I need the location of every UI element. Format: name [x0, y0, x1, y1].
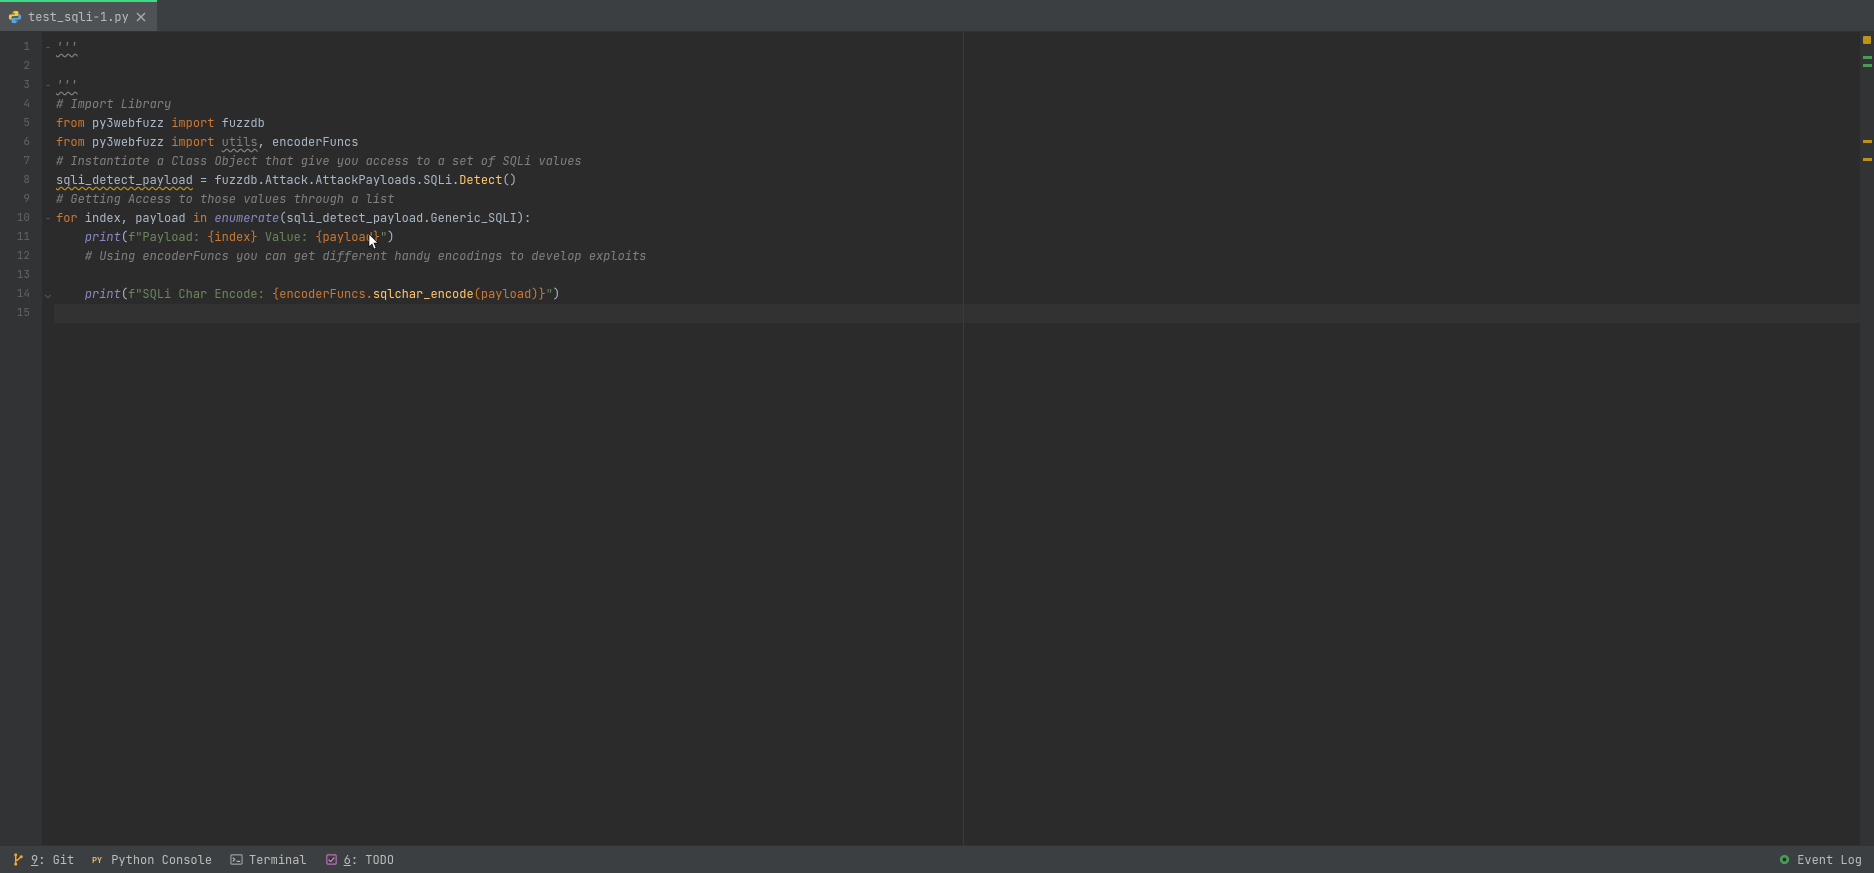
svg-text:PY: PY	[92, 854, 102, 866]
stripe-mark[interactable]	[1863, 64, 1872, 67]
code-fstr: {payload}	[315, 229, 380, 245]
code-text: (	[121, 229, 128, 245]
tool-window-bar: 9: Git PY Python Console Terminal 6: TOD…	[0, 845, 1874, 873]
code-indent	[56, 248, 85, 264]
code-keyword: from	[56, 115, 85, 131]
editor-tab[interactable]: test_sqli-1.py	[0, 0, 157, 31]
code-area[interactable]: ''' ''' # Import Library from py3webfuzz…	[54, 32, 1874, 845]
line-number: 11	[0, 228, 42, 247]
editor-tab-bar: test_sqli-1.py	[0, 0, 1874, 32]
todo-icon	[325, 853, 338, 866]
code-fstr: {index}	[207, 229, 257, 245]
line-number: 8	[0, 171, 42, 190]
code-text: (sqli_detect_payload.Generic_SQLI):	[279, 210, 531, 226]
code-ident: sqli_detect_payload	[56, 172, 193, 188]
python-console-icon: PY	[92, 853, 105, 866]
code-text: py3webfuzz	[85, 115, 171, 131]
code-text: index, payload	[78, 210, 193, 226]
code-keyword: for	[56, 210, 78, 226]
code-keyword: in	[193, 210, 207, 226]
toolwindow-git[interactable]: 9: Git	[12, 852, 74, 868]
label: Terminal	[249, 852, 307, 868]
code-fstr: {encoderFuncs.	[272, 286, 373, 302]
code-indent	[56, 229, 85, 245]
code-string: f"SQLi Char Encode:	[128, 286, 272, 302]
code-builtin: enumerate	[214, 210, 279, 226]
line-number: 2	[0, 57, 42, 76]
stripe-mark[interactable]	[1863, 140, 1872, 143]
line-number: 9	[0, 190, 42, 209]
code-text: fuzzdb	[214, 115, 264, 131]
code-indent	[56, 286, 85, 302]
code-fstr: (payload)}	[474, 286, 546, 302]
error-stripe[interactable]	[1860, 32, 1874, 845]
tab-filename: test_sqli-1.py	[28, 9, 129, 25]
toolwindow-python-console[interactable]: PY Python Console	[92, 852, 212, 868]
terminal-icon	[230, 853, 243, 866]
git-branch-icon	[12, 853, 25, 866]
code-builtin: print	[85, 229, 121, 245]
code-string: "	[546, 286, 553, 302]
code-comment: # Getting Access to those values through…	[56, 191, 394, 207]
line-number: 4	[0, 95, 42, 114]
toolwindow-terminal[interactable]: Terminal	[230, 852, 307, 868]
code-text: (	[121, 286, 128, 302]
line-number: 10	[0, 209, 42, 228]
label: : Git	[38, 852, 74, 868]
code-unused: utils	[222, 134, 258, 150]
code-text: )	[387, 229, 394, 245]
label: Python Console	[111, 852, 212, 868]
code-text: '''	[56, 39, 78, 55]
mnemonic: 6	[344, 852, 351, 868]
line-number: 1	[0, 38, 42, 57]
code-text: '''	[56, 77, 78, 93]
code-comment: # Using encoderFuncs you can get differe…	[85, 248, 647, 264]
code-text: )	[553, 286, 560, 302]
line-number-gutter[interactable]: 1 2 3 4 5 6 7 8 9 10 11 12 13 14 15	[0, 32, 42, 845]
label: : TODO	[351, 852, 394, 868]
line-number: 15	[0, 304, 42, 323]
python-file-icon	[8, 10, 22, 24]
line-number: 12	[0, 247, 42, 266]
code-text: ()	[502, 172, 516, 188]
line-number: 5	[0, 114, 42, 133]
code-string: Value:	[258, 229, 316, 245]
stripe-mark[interactable]	[1863, 56, 1872, 59]
code-string: f"Payload:	[128, 229, 207, 245]
code-builtin: print	[85, 286, 121, 302]
close-icon[interactable]	[135, 11, 147, 23]
label: Event Log	[1797, 852, 1862, 868]
line-number: 13	[0, 266, 42, 285]
code-text	[214, 134, 221, 150]
line-number: 6	[0, 133, 42, 152]
code-text: = fuzzdb.Attack.AttackPayloads.SQLi.	[193, 172, 459, 188]
line-number: 7	[0, 152, 42, 171]
line-number: 3	[0, 76, 42, 95]
code-text: py3webfuzz	[85, 134, 171, 150]
code-call: sqlchar_encode	[373, 286, 474, 302]
code-comment: # Instantiate a Class Object that give y…	[56, 153, 582, 169]
code-call: Detect	[459, 172, 502, 188]
code-keyword: import	[171, 134, 214, 150]
code-keyword: import	[171, 115, 214, 131]
fold-column[interactable]: −− −⌄	[42, 32, 54, 845]
stripe-mark[interactable]	[1863, 158, 1872, 161]
event-log-icon	[1778, 853, 1791, 866]
line-number: 14	[0, 285, 42, 304]
editor: 1 2 3 4 5 6 7 8 9 10 11 12 13 14 15 −− −…	[0, 32, 1874, 845]
code-keyword: from	[56, 134, 85, 150]
toolwindow-event-log[interactable]: Event Log	[1778, 852, 1862, 868]
right-margin-guide	[963, 32, 964, 845]
toolwindow-todo[interactable]: 6: TODO	[325, 852, 394, 868]
code-text: , encoderFuncs	[258, 134, 359, 150]
code-comment: # Import Library	[56, 96, 171, 112]
inspection-indicator-icon[interactable]	[1863, 36, 1871, 44]
